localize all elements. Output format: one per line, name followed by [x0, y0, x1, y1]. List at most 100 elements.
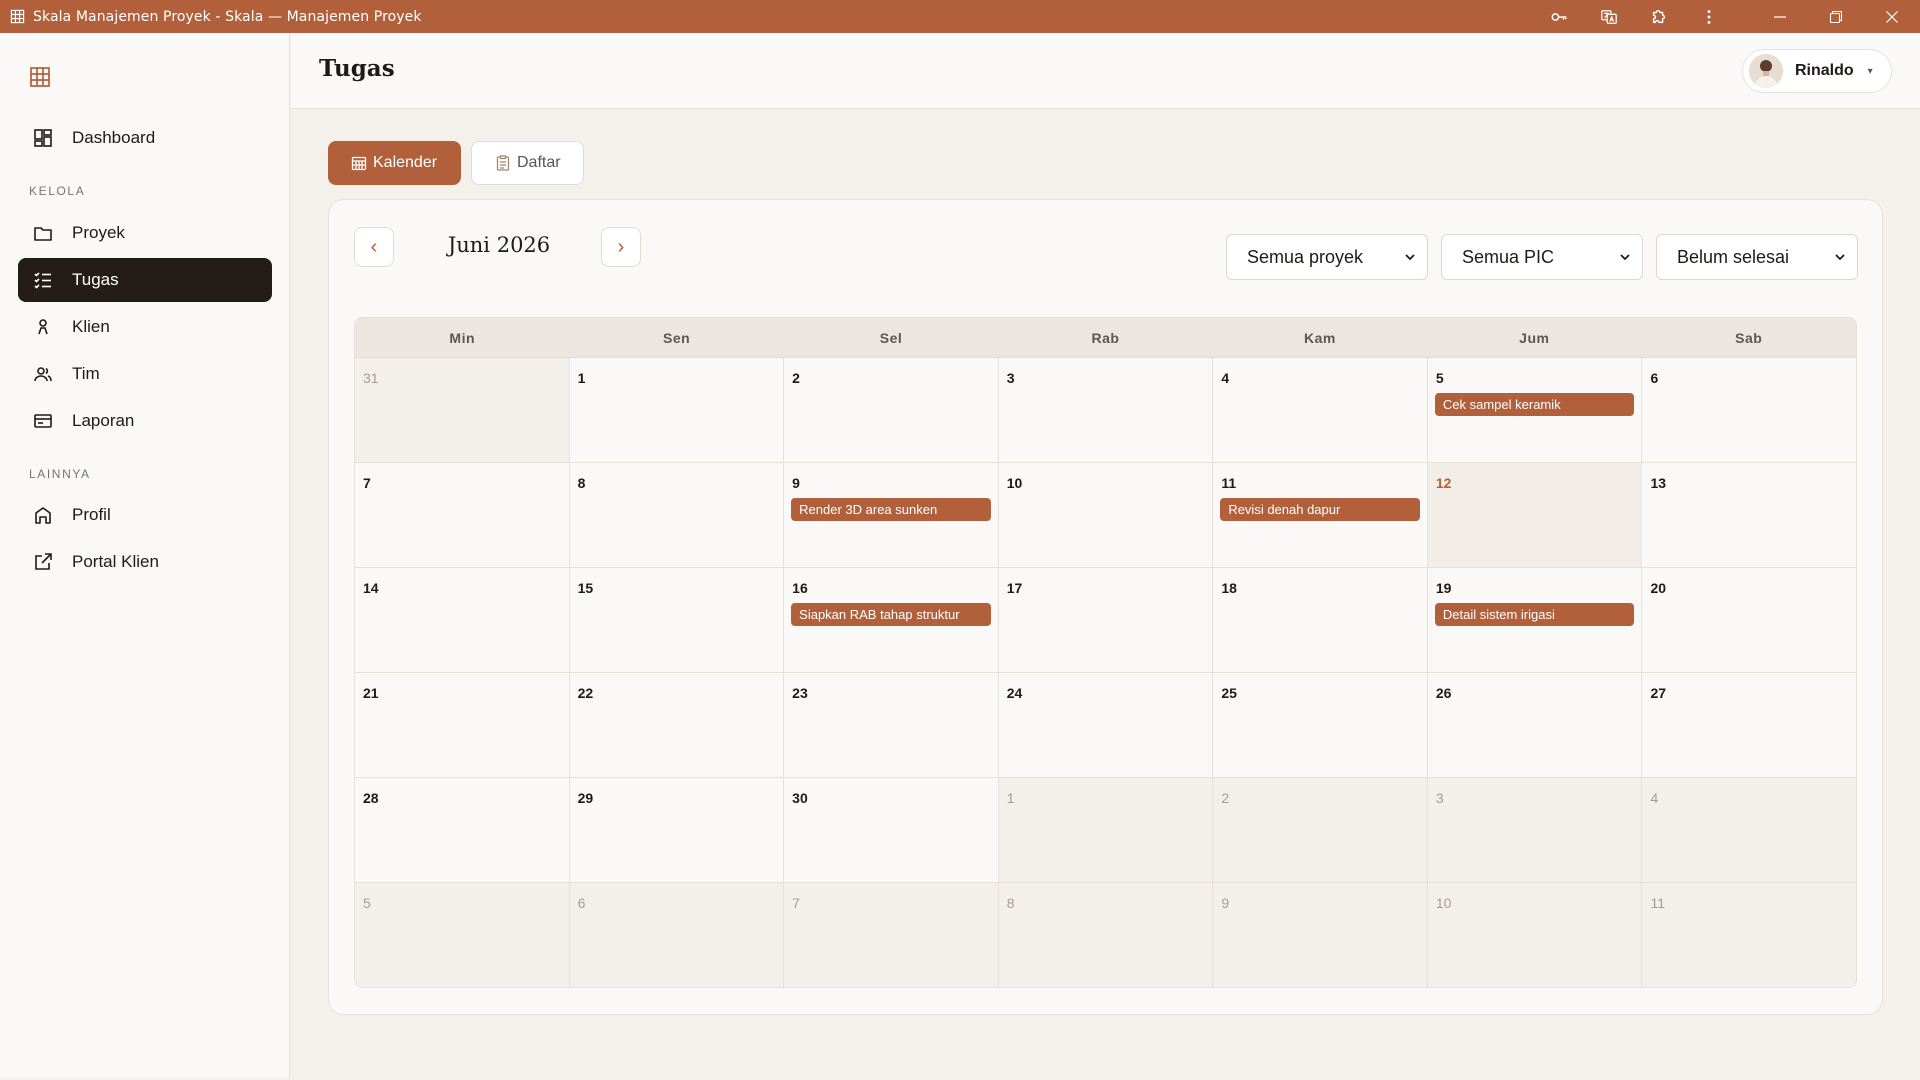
day-number: 26	[1435, 685, 1452, 701]
weekday-label: Rab	[1091, 330, 1120, 346]
calendar-day[interactable]: 20	[1642, 568, 1856, 672]
window-title: Skala Manajemen Proyek - Skala — Manajem…	[33, 8, 422, 25]
day-number: 11	[1650, 895, 1666, 911]
calendar-day[interactable]: 7	[355, 463, 570, 567]
day-number: 15	[577, 580, 594, 596]
next-month-button[interactable]: ›	[601, 227, 641, 267]
calendar-day[interactable]: 16 Siapkan RAB tahap struktur	[784, 568, 999, 672]
calendar-day[interactable]: 10	[1427, 883, 1643, 987]
task-event[interactable]: Siapkan RAB tahap struktur	[791, 603, 991, 626]
team-icon	[34, 367, 52, 382]
day-number: 17	[1006, 580, 1023, 596]
calendar-day[interactable]: 31	[355, 358, 570, 462]
day-number: 27	[1650, 685, 1667, 701]
external-link-icon	[35, 553, 52, 570]
calendar-day[interactable]: 6	[1642, 358, 1856, 462]
pic-filter-select[interactable]: Semua PIC	[1441, 234, 1643, 280]
calendar-day[interactable]: 22	[569, 673, 785, 777]
calendar-day[interactable]: 1	[998, 778, 1214, 882]
calendar-day[interactable]: 15	[569, 568, 785, 672]
day-number: 18	[1221, 580, 1237, 596]
task-event[interactable]: Detail sistem irigasi	[1434, 603, 1635, 626]
translate-button[interactable]	[1584, 0, 1634, 33]
more-menu-button[interactable]	[1684, 0, 1734, 33]
sidebar-item-proyek[interactable]: Proyek	[18, 211, 272, 255]
task-event[interactable]: Render 3D area sunken	[791, 498, 991, 521]
tab-kalender[interactable]: Kalender	[328, 141, 461, 185]
calendar-day[interactable]: 23	[784, 673, 999, 777]
password-key-button[interactable]	[1534, 0, 1584, 33]
avatar	[1749, 54, 1783, 88]
sidebar-item-dashboard[interactable]: Dashboard	[18, 116, 272, 160]
user-menu-button[interactable]: Rinaldo ▾	[1742, 49, 1892, 93]
calendar-day[interactable]: 19 Detail sistem irigasi	[1427, 568, 1643, 672]
minimize-button[interactable]	[1752, 0, 1808, 33]
calendar-day[interactable]: 3	[998, 358, 1214, 462]
calendar-day[interactable]: 2	[1213, 778, 1428, 882]
calendar-day[interactable]: 11	[1642, 883, 1856, 987]
day-number: 9	[1221, 895, 1230, 911]
sidebar-item-tim[interactable]: Tim	[18, 352, 272, 396]
sidebar-item-profil[interactable]: Profil	[18, 493, 272, 537]
day-number: 4	[1221, 370, 1230, 386]
calendar-day[interactable]: 30	[784, 778, 999, 882]
calendar-day[interactable]: 3	[1427, 778, 1643, 882]
sidebar-item-portal-klien[interactable]: Portal Klien	[18, 540, 272, 584]
project-filter-select[interactable]: Semua proyek	[1226, 234, 1428, 280]
sidebar-item-laporan[interactable]: Laporan	[18, 399, 272, 443]
day-number: 22	[577, 685, 594, 701]
calendar-day[interactable]: 29	[569, 778, 785, 882]
tab-label: Kalender	[373, 154, 438, 171]
grid-logo-icon[interactable]	[29, 66, 51, 88]
task-event[interactable]: Cek sampel keramik	[1434, 393, 1635, 416]
calendar-day[interactable]: 4	[1642, 778, 1856, 882]
day-number: 14	[363, 580, 379, 596]
calendar-day[interactable]: 17	[998, 568, 1214, 672]
calendar-day[interactable]: 9	[1213, 883, 1428, 987]
calendar-day[interactable]: 6	[569, 883, 785, 987]
restore-button[interactable]	[1808, 0, 1864, 33]
sidebar-item-label: Proyek	[72, 223, 125, 242]
weekday-label: Jum	[1519, 330, 1550, 346]
calendar-day[interactable]: 7	[784, 883, 999, 987]
month-label: Juni 2026	[447, 233, 551, 257]
day-number: 10	[1435, 895, 1452, 911]
close-button[interactable]	[1864, 0, 1920, 33]
calendar-day[interactable]: 1	[569, 358, 785, 462]
calendar-day[interactable]: 10	[998, 463, 1214, 567]
sidebar-item-label: Portal Klien	[72, 552, 159, 571]
calendar-day[interactable]: 5 Cek sampel keramik	[1427, 358, 1643, 462]
calendar-day[interactable]: 8	[998, 883, 1214, 987]
status-filter-select[interactable]: Belum selesai	[1656, 234, 1858, 280]
day-number: 20	[1650, 580, 1667, 596]
day-number: 28	[363, 790, 379, 806]
calendar-day[interactable]: 21	[355, 673, 570, 777]
day-number: 6	[1650, 370, 1659, 386]
calendar-day[interactable]: 26	[1427, 673, 1643, 777]
calendar-day[interactable]: 25	[1213, 673, 1428, 777]
sidebar-item-tugas[interactable]: Tugas	[18, 258, 272, 302]
calendar-day[interactable]: 8	[569, 463, 785, 567]
calendar-day[interactable]: 24	[998, 673, 1214, 777]
calendar-day[interactable]: 27	[1642, 673, 1856, 777]
sidebar-item-klien[interactable]: Klien	[18, 305, 272, 349]
extensions-button[interactable]	[1634, 0, 1684, 33]
calendar-day-today[interactable]: 12	[1427, 463, 1643, 567]
calendar-day[interactable]: 5	[355, 883, 570, 987]
calendar-day[interactable]: 14	[355, 568, 570, 672]
day-number: 1	[1006, 790, 1015, 806]
task-event[interactable]: Revisi denah dapur	[1220, 498, 1420, 521]
calendar-day[interactable]: 13	[1642, 463, 1856, 567]
calendar-week: 28 29 30 1 2 3 4	[355, 778, 1856, 883]
calendar-day[interactable]: 11 Revisi denah dapur	[1213, 463, 1428, 567]
calendar-week: 7 8 9 Render 3D area sunken 10 11 Revisi denah…	[355, 463, 1856, 568]
calendar-day[interactable]: 9 Render 3D area sunken	[784, 463, 999, 567]
tab-daftar[interactable]: Daftar	[471, 141, 584, 185]
calendar-day[interactable]: 2	[784, 358, 999, 462]
folder-icon	[34, 227, 52, 241]
prev-month-button[interactable]: ‹	[354, 227, 394, 267]
calendar-day[interactable]: 18	[1213, 568, 1428, 672]
calendar-day[interactable]: 4	[1213, 358, 1428, 462]
day-number: 7	[792, 895, 800, 911]
calendar-day[interactable]: 28	[355, 778, 570, 882]
